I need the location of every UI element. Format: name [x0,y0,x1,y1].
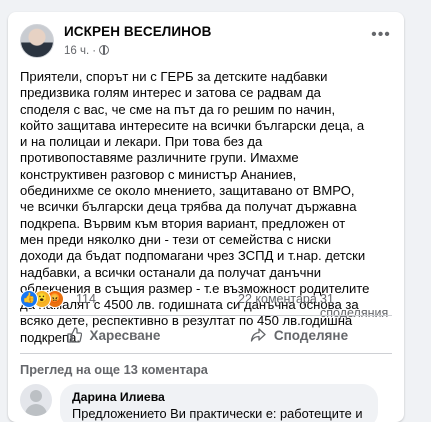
post-meta: 16 ч. · [64,45,110,57]
commenter-avatar[interactable] [20,384,52,416]
share-label: Споделяне [273,327,349,343]
divider [20,315,392,316]
more-horizontal-icon[interactable]: ••• [370,26,392,48]
reactions-bar: 👍 😮 😡 114 22 коментара 31 споделяния [20,287,392,320]
comment-bubble: Дарина Илиева Предложението Ви практичес… [60,384,378,422]
post-card: ИСКРЕН ВЕСЕЛИНОВ 16 ч. · ••• Приятели, сп… [8,12,404,422]
like-button[interactable]: Харесване [20,319,206,351]
post-actions: Харесване Споделяне [20,319,392,351]
meta-separator: · [92,45,97,57]
comment-author[interactable]: Дарина Илиева [72,390,366,404]
globe-icon [99,45,110,55]
thumbs-up-icon [66,327,82,343]
comment-text: Предложението Ви практически е: работещи… [72,406,363,421]
reactions-count[interactable]: 114 [76,292,96,306]
comments-count[interactable]: 22 коментара [238,292,317,306]
author-name[interactable]: ИСКРЕН ВЕСЕЛИНОВ [64,24,211,39]
post-header: ИСКРЕН ВЕСЕЛИНОВ 16 ч. · ••• [20,20,392,64]
share-icon [250,328,266,342]
like-label: Харесване [89,327,161,343]
share-button[interactable]: Споделяне [206,319,392,351]
comment-item: Дарина Илиева Предложението Ви практичес… [20,384,392,422]
view-more-comments-link[interactable]: Преглед на още 13 коментара [20,362,208,377]
like-icon[interactable]: 👍 [20,290,38,308]
author-avatar[interactable] [20,24,54,58]
post-time[interactable]: 16 ч. [64,45,89,57]
divider [20,353,392,354]
